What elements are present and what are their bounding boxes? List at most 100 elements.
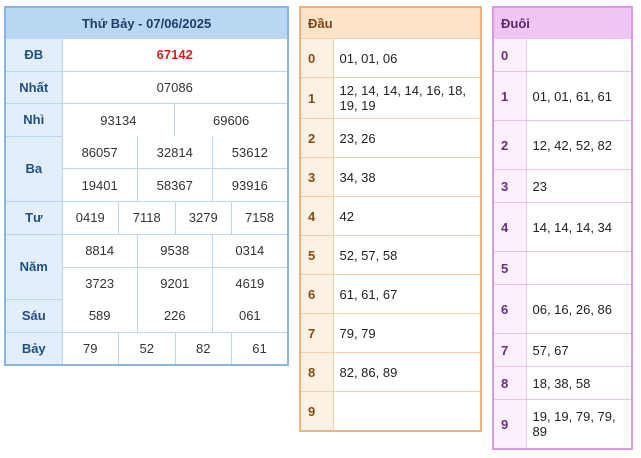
dau-row: 8 82, 86, 89: [299, 352, 482, 392]
prize-number: 7158: [231, 201, 289, 235]
dau-index: 5: [299, 235, 334, 275]
prize-number: 19401: [62, 169, 138, 201]
duoi-index: 8: [492, 366, 527, 400]
results-title: Thứ Bảy - 07/06/2025: [4, 6, 289, 39]
prize-number: 52: [118, 331, 176, 366]
duoi-values: 57, 67: [525, 333, 633, 367]
prize-row-sau: Sáu 589 226 061: [4, 299, 288, 333]
duoi-title: Đuôi: [492, 6, 633, 39]
prize-number: 3279: [174, 201, 232, 235]
dau-row: 2 23, 26: [299, 118, 482, 158]
prize-number: 69606: [213, 112, 250, 128]
prize-number: 07086: [61, 70, 289, 104]
duoi-index: 5: [492, 251, 527, 285]
prize-row-tu: Tư 0419 7118 3279 7158: [4, 201, 289, 235]
prize-number: 7118: [118, 201, 176, 235]
duoi-index: 9: [492, 399, 527, 450]
dau-values: 12, 14, 14, 14, 16, 18, 19, 19: [332, 77, 482, 119]
duoi-table: Đuôi 0 1 01, 01, 61, 61 2 12, 42, 52, 82 3 23 4…: [492, 6, 633, 450]
dau-values: [332, 391, 482, 432]
results-table: Thứ Bảy - 07/06/2025 ĐB 67142 Nhất 07086…: [4, 6, 289, 366]
duoi-index: 1: [492, 71, 527, 121]
duoi-row: 1 01, 01, 61, 61: [492, 71, 633, 121]
duoi-row: 3 23: [492, 169, 633, 203]
duoi-values: 01, 01, 61, 61: [525, 71, 633, 121]
prize-row-nhat: Nhất 07086: [4, 70, 289, 104]
duoi-row: 9 19, 19, 79, 79, 89: [492, 399, 633, 450]
prize-number: 226: [137, 299, 213, 332]
dau-values: 01, 01, 06: [332, 38, 482, 78]
dau-index: 1: [299, 77, 334, 119]
dau-values: 52, 57, 58: [332, 235, 482, 275]
duoi-row: 5: [492, 251, 633, 285]
dau-row: 9: [299, 391, 482, 432]
prize-row-ba: Ba 86057 32814 53612: [4, 135, 288, 202]
prize-number: 86057: [62, 136, 138, 168]
dau-index: 2: [299, 118, 334, 158]
duoi-values: 14, 14, 14, 34: [525, 202, 633, 252]
prize-row-nam: Năm 8814 9538 0314: [4, 233, 288, 300]
duoi-values: 23: [525, 169, 633, 203]
dau-row: 1 12, 14, 14, 14, 16, 18, 19, 19: [299, 77, 482, 119]
dau-index: 0: [299, 38, 334, 78]
dau-row: 0 01, 01, 06: [299, 38, 482, 78]
prize-number: 61: [231, 331, 289, 366]
duoi-values: 19, 19, 79, 79, 89: [525, 399, 633, 450]
duoi-index: 3: [492, 169, 527, 203]
dau-row: 4 42: [299, 196, 482, 236]
prize-row-nhi: Nhì 93134 69606: [4, 103, 288, 137]
dau-row: 6 61, 61, 67: [299, 274, 482, 314]
duoi-index: 6: [492, 284, 527, 334]
prize-label: Bảy: [4, 331, 63, 366]
prize-number: 93916: [231, 177, 268, 193]
dau-values: 23, 26: [332, 118, 482, 158]
prize-number-special: 67142: [61, 38, 289, 72]
dau-values: 61, 61, 67: [332, 274, 482, 314]
dau-index: 9: [299, 391, 334, 432]
duoi-row: 6 06, 16, 26, 86: [492, 284, 633, 334]
duoi-values: 06, 16, 26, 86: [525, 284, 633, 334]
prize-label: Tư: [4, 201, 63, 235]
dau-row: 7 79, 79: [299, 313, 482, 353]
duoi-values: 12, 42, 52, 82: [525, 120, 633, 170]
dau-row: 5 52, 57, 58: [299, 235, 482, 275]
dau-index: 3: [299, 157, 334, 197]
prize-number: 0419: [61, 201, 119, 235]
prize-number: 4619: [235, 276, 265, 291]
prize-number: 79: [61, 331, 119, 366]
duoi-values: [525, 38, 633, 72]
prize-number: 32814: [137, 136, 213, 168]
prize-label: Nhất: [4, 70, 63, 104]
dau-index: 6: [299, 274, 334, 314]
duoi-row: 7 57, 67: [492, 333, 633, 367]
dau-title: Đầu: [299, 6, 482, 39]
prize-label: Ba: [4, 135, 63, 202]
prize-number: 061: [238, 308, 261, 323]
dau-values: 34, 38: [332, 157, 482, 197]
duoi-row: 0: [492, 38, 633, 72]
duoi-index: 4: [492, 202, 527, 252]
prize-row-db: ĐB 67142: [4, 38, 289, 72]
prize-number: 3723: [62, 267, 138, 300]
duoi-index: 7: [492, 333, 527, 367]
dau-index: 8: [299, 352, 334, 392]
prize-number: 589: [62, 299, 138, 332]
prize-number: 53612: [231, 144, 268, 160]
duoi-index: 0: [492, 38, 527, 72]
dau-values: 82, 86, 89: [332, 352, 482, 392]
prize-number: 0314: [235, 243, 265, 258]
prize-number: 82: [174, 331, 232, 366]
dau-index: 4: [299, 196, 334, 236]
prize-label: Nhì: [4, 103, 63, 137]
prize-number: 93134: [62, 104, 176, 136]
duoi-row: 4 14, 14, 14, 34: [492, 202, 633, 252]
dau-table: Đầu 0 01, 01, 06 1 12, 14, 14, 14, 16, 18, …: [299, 6, 482, 432]
dau-row: 3 34, 38: [299, 157, 482, 197]
duoi-index: 2: [492, 120, 527, 170]
prize-label: Năm: [4, 233, 63, 300]
duoi-values: 18, 38, 58: [525, 366, 633, 400]
prize-number: 8814: [62, 234, 138, 267]
dau-values: 79, 79: [332, 313, 482, 353]
dau-values: 42: [332, 196, 482, 236]
duoi-row: 8 18, 38, 58: [492, 366, 633, 400]
